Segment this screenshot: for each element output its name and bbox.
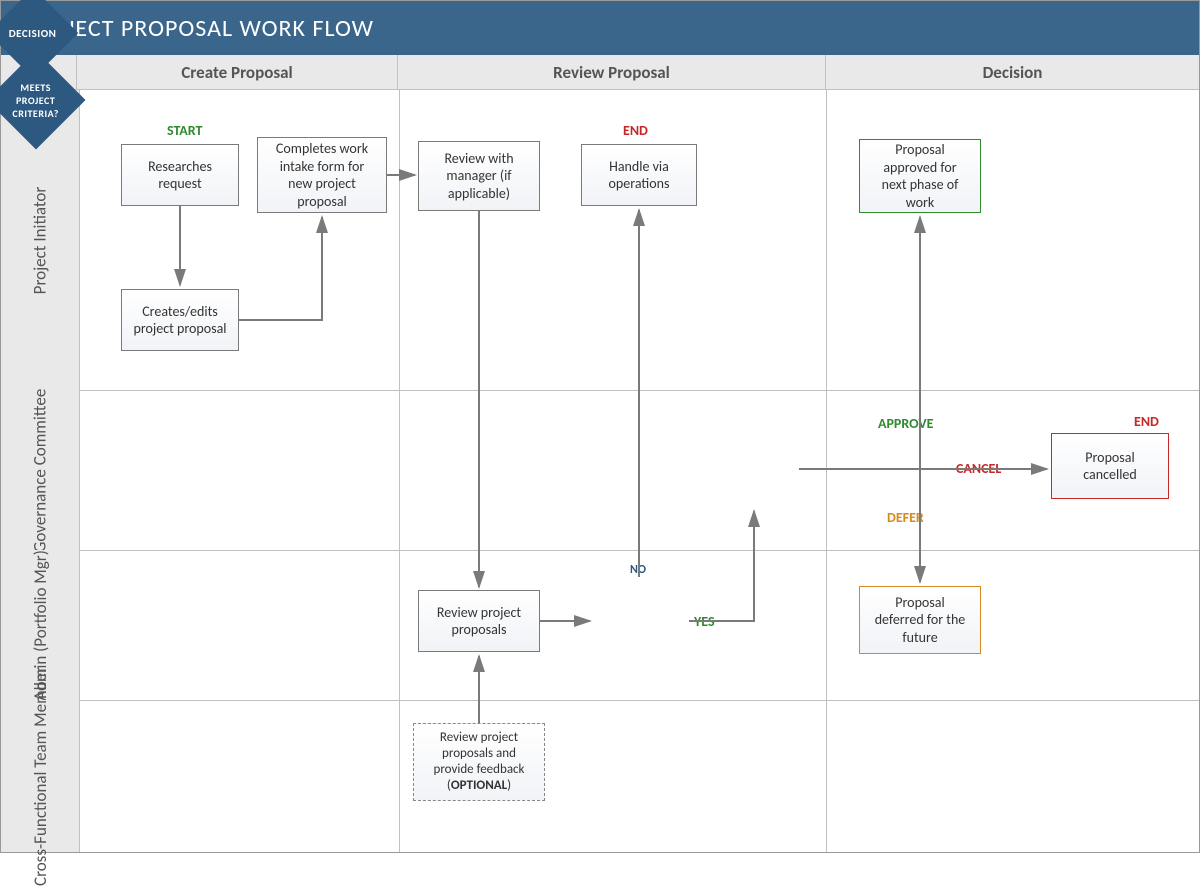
lane-sep-1 <box>79 390 1199 391</box>
label-end-cancel: END <box>1134 413 1159 430</box>
node-researches-request: Researches request <box>121 144 239 206</box>
title-bar: PROJECT PROPOSAL WORK FLOW <box>1 1 1199 55</box>
node-creates-proposal: Creates/edits project proposal <box>121 289 239 351</box>
label-approve: APPROVE <box>878 415 933 432</box>
label-no: NO <box>630 563 646 577</box>
node-cross-functional-review: Review project proposals and provide fee… <box>413 723 545 801</box>
label-start: START <box>167 122 202 139</box>
label-cancel: CANCEL <box>956 460 1001 477</box>
lane-sep-2 <box>79 550 1199 551</box>
node-proposal-cancelled: Proposal cancelled <box>1051 433 1169 499</box>
lane-sep-3 <box>79 700 1199 701</box>
label-yes: YES <box>694 613 715 630</box>
phase-header-row: Create Proposal Review Proposal Decision <box>1 55 1199 90</box>
diagram-title: PROJECT PROPOSAL WORK FLOW <box>23 14 374 43</box>
node-completes-intake: Completes work intake form for new proje… <box>257 137 387 213</box>
node-handle-ops: Handle via operations <box>581 144 697 206</box>
node-proposal-approved: Proposal approved for next phase of work <box>859 139 981 213</box>
col-sep-1 <box>399 90 400 852</box>
diagram-frame: PROJECT PROPOSAL WORK FLOW Create Propos… <box>0 0 1200 853</box>
label-end-ops: END <box>623 122 648 139</box>
phase-create: Create Proposal <box>77 55 398 90</box>
col-sep-2 <box>826 90 827 852</box>
phase-review: Review Proposal <box>398 55 826 90</box>
lane-governance: Governance Committee <box>1 390 80 551</box>
label-defer: DEFER <box>887 509 924 526</box>
node-review-with-manager: Review with manager (if applicable) <box>418 141 540 211</box>
node-review-project-proposals: Review project proposals <box>418 590 540 652</box>
lane-cross-functional: Cross-Functional Team Member <box>1 700 80 852</box>
node-proposal-deferred: Proposal deferred for the future <box>859 586 981 654</box>
phase-decision: Decision <box>826 55 1199 90</box>
